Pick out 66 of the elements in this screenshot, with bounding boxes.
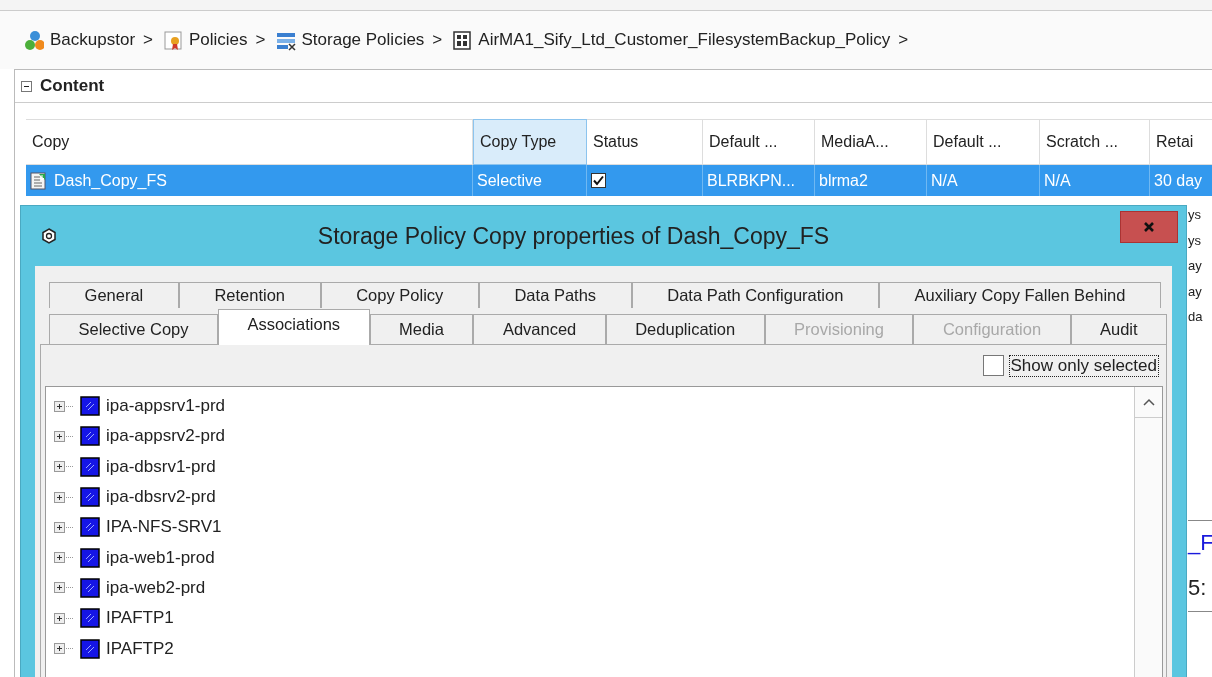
policy-block-icon	[452, 29, 473, 51]
text-fragment: ys	[1188, 206, 1202, 224]
tree-item[interactable]: IPAFTP1	[106, 608, 174, 629]
table-cell: Selective	[473, 165, 587, 196]
breadcrumb-separator: >	[143, 30, 153, 50]
client-icon	[80, 547, 100, 568]
tree-item[interactable]: IPA-NFS-SRV1	[106, 517, 222, 538]
tab[interactable]: Selective Copy	[49, 314, 218, 344]
tab[interactable]: Deduplication	[605, 314, 765, 344]
client-icon	[80, 456, 100, 477]
breadcrumb-separator: >	[255, 30, 266, 50]
tab[interactable]: General	[49, 282, 179, 308]
close-icon	[1143, 221, 1155, 233]
table-cell: Dash_Copy_FS	[54, 171, 167, 190]
tab[interactable]: Retention	[178, 282, 321, 308]
tab[interactable]: Data Path Configuration	[631, 282, 879, 308]
tree-item[interactable]: ipa-dbsrv2-prd	[106, 487, 216, 508]
table-cell: 30 day	[1150, 165, 1212, 196]
tab[interactable]: Auxiliary Copy Fallen Behind	[878, 282, 1162, 308]
chevron-up-icon	[1142, 398, 1155, 406]
checkbox[interactable]	[982, 355, 1004, 376]
breadcrumb-separator: >	[898, 30, 909, 50]
table-cell: N/A	[927, 165, 1040, 196]
dialog-title: Storage Policy Copy properties of Dash_Copy_FS	[316, 222, 831, 250]
client-icon	[80, 426, 100, 447]
breadcrumb-link[interactable]: AirMA1_Sify_Ltd_Customer_FilesystemBackup_Policy	[452, 29, 891, 51]
checkbox-label[interactable]: Show only selected	[1009, 355, 1158, 376]
column-header[interactable]: Copy Type	[473, 119, 587, 165]
column-header[interactable]: Copy	[26, 119, 473, 165]
breadcrumb-link[interactable]: Policies	[163, 29, 248, 51]
table-cell: blrma2	[815, 165, 927, 196]
tree-item[interactable]: IPAFTP2	[106, 638, 174, 659]
section-title: Content	[40, 76, 105, 96]
tab[interactable]: Advanced	[473, 314, 606, 344]
tree-item[interactable]: ipa-web1-prod	[106, 547, 215, 568]
tab[interactable]: Media	[369, 314, 474, 344]
certificate-icon	[163, 29, 183, 51]
table-cell: BLRBKPN...	[703, 165, 815, 196]
client-icon	[80, 638, 100, 659]
text-fragment: 5:	[1188, 573, 1208, 602]
tab[interactable]: Data Paths	[478, 282, 632, 308]
breadcrumb-link[interactable]: Backupstor	[24, 29, 136, 51]
tab[interactable]: Audit	[1070, 314, 1168, 344]
breadcrumb-link[interactable]: Storage Policies	[275, 29, 425, 51]
close-button[interactable]	[1120, 211, 1178, 243]
table-cell: N/A	[1040, 165, 1150, 196]
client-icon	[80, 487, 100, 508]
tree-item[interactable]: ipa-dbsrv1-prd	[106, 456, 216, 477]
client-icon	[80, 608, 100, 629]
text-fragment: ys	[1188, 231, 1202, 250]
link-text[interactable]: _F	[1188, 520, 1212, 565]
client-icon	[80, 517, 100, 538]
document-icon	[30, 171, 48, 190]
tab[interactable]: Copy Policy	[320, 282, 479, 308]
text-fragment: da	[1188, 308, 1204, 326]
text-fragment: ay	[1188, 282, 1203, 301]
breadcrumb-separator: >	[432, 30, 443, 50]
circles-icon	[24, 29, 44, 51]
tab[interactable]: Associations	[218, 309, 370, 345]
client-icon	[80, 577, 100, 598]
tree-item[interactable]: ipa-web2-prd	[106, 577, 206, 598]
app-icon	[41, 228, 57, 244]
client-icon	[80, 396, 100, 417]
text-fragment: ay	[1188, 257, 1203, 275]
tree-item[interactable]: ipa-appsrv2-prd	[106, 426, 226, 447]
tree-item[interactable]: ipa-appsrv1-prd	[106, 396, 226, 417]
